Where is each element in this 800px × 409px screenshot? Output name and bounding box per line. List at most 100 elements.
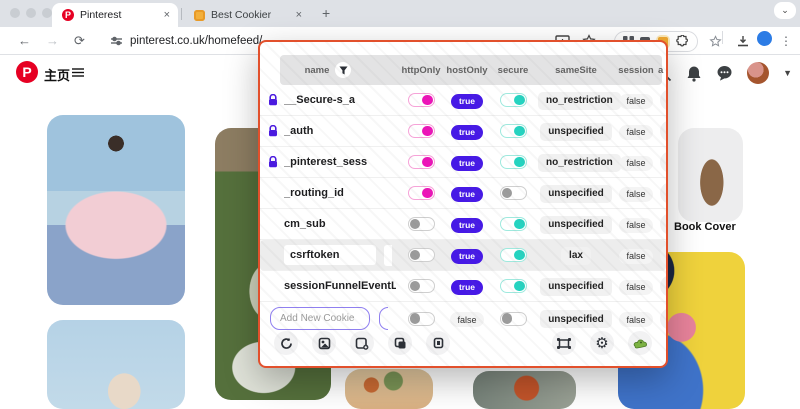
samesite-pill[interactable]: unspecified <box>540 123 612 141</box>
fullscreen-frame-icon[interactable] <box>552 331 576 355</box>
nav-home-link[interactable]: 主页 <box>44 65 70 84</box>
httponly-toggle[interactable] <box>408 93 435 107</box>
cookie-name[interactable]: sessionFunnelEventLo <box>284 280 396 292</box>
downloads-icon[interactable] <box>736 31 750 51</box>
httponly-toggle[interactable] <box>408 155 435 169</box>
httponly-toggle[interactable] <box>408 217 435 231</box>
account-chevron-down-icon[interactable]: ▼ <box>783 68 792 78</box>
hamburger-menu-icon[interactable] <box>72 68 84 77</box>
row-action-button[interactable] <box>660 182 668 204</box>
pinned-extension-star-icon[interactable] <box>709 31 722 51</box>
pin-figurines-book-cover[interactable] <box>678 128 743 222</box>
cookie-row[interactable]: csrftoken true lax false <box>260 240 666 271</box>
cookie-name[interactable]: csrftoken <box>284 245 376 265</box>
samesite-pill[interactable]: unspecified <box>540 310 612 328</box>
pinterest-favicon: P <box>62 9 74 21</box>
cookie-row[interactable]: sessionFunnelEventLo true unspecified fa… <box>260 271 666 302</box>
account-avatar[interactable] <box>747 62 769 84</box>
tab-close-icon[interactable]: × <box>296 9 302 21</box>
row-action-button[interactable] <box>660 120 668 142</box>
forward-icon[interactable]: → <box>46 33 59 49</box>
cookie-row[interactable]: _routing_id true unspecified false <box>260 178 666 209</box>
row-action-button[interactable] <box>660 151 668 173</box>
add-cookie-input[interactable] <box>270 307 370 330</box>
reload-icon[interactable]: ⟳ <box>74 33 85 49</box>
secure-toggle[interactable] <box>500 217 527 231</box>
httponly-toggle[interactable] <box>408 124 435 138</box>
cookie-name[interactable]: cm_sub <box>284 218 326 230</box>
column-header-hostonly: hostOnly <box>446 65 488 76</box>
session-value: false <box>619 125 652 140</box>
menu-kebab-icon[interactable]: ⋮ <box>780 31 792 51</box>
tab-divider <box>181 8 182 20</box>
httponly-toggle[interactable] <box>408 248 435 262</box>
samesite-pill[interactable]: unspecified <box>540 185 612 203</box>
window-close-button[interactable] <box>10 8 20 18</box>
secure-toggle[interactable] <box>500 124 527 138</box>
samesite-pill[interactable]: no_restriction <box>538 154 621 172</box>
hostonly-badge: true <box>451 280 483 295</box>
address-bar-url[interactable]: pinterest.co.uk/homefeed/ <box>130 35 262 47</box>
row-action-button[interactable] <box>660 308 668 330</box>
tab-close-icon[interactable]: × <box>164 9 170 21</box>
tab-search-chevron-icon[interactable]: ⌄ <box>774 2 796 19</box>
window-zoom-button[interactable] <box>42 8 52 18</box>
secure-toggle[interactable] <box>500 93 527 107</box>
copy-icon[interactable] <box>388 331 412 355</box>
cookie-name[interactable]: _auth <box>284 125 313 137</box>
samesite-pill[interactable]: unspecified <box>540 216 612 234</box>
add-value-input-fragment[interactable] <box>379 307 388 330</box>
cookie-name[interactable]: _routing_id <box>284 187 344 199</box>
new-tab-button[interactable]: + <box>322 5 330 21</box>
httponly-toggle[interactable] <box>408 279 435 293</box>
import-icon[interactable] <box>350 331 374 355</box>
pin-flowers-photo[interactable] <box>473 371 576 409</box>
hostonly-badge: true <box>451 94 483 109</box>
secure-toggle[interactable] <box>500 279 527 293</box>
cookie-row[interactable]: __Secure-s_a true no_restriction false <box>260 85 666 116</box>
cookie-editor-popup: name httpOnly hostOnly secure sameSite s… <box>258 40 668 368</box>
secure-toggle[interactable] <box>500 312 527 326</box>
mascot-icon[interactable] <box>628 331 652 355</box>
cookie-row[interactable]: _auth true unspecified false <box>260 116 666 147</box>
lock-icon <box>266 156 280 168</box>
cookie-row[interactable]: cm_sub true unspecified false <box>260 209 666 240</box>
secure-toggle[interactable] <box>500 186 527 200</box>
messages-chat-icon[interactable] <box>716 65 733 81</box>
cookie-name[interactable]: _pinterest_sess <box>284 156 367 168</box>
cookier-favicon <box>194 10 205 21</box>
row-action-button[interactable] <box>660 213 668 235</box>
tab-pinterest[interactable]: P Pinterest × <box>52 3 178 27</box>
refresh-icon[interactable] <box>274 331 298 355</box>
cookie-row[interactable]: _pinterest_sess true no_restriction fals… <box>260 147 666 178</box>
filter-funnel-icon[interactable] <box>335 62 351 78</box>
secure-toggle[interactable] <box>500 155 527 169</box>
pinterest-logo[interactable]: P <box>16 61 38 83</box>
secure-toggle[interactable] <box>500 248 527 262</box>
httponly-toggle[interactable] <box>408 186 435 200</box>
session-value: false <box>619 249 652 264</box>
window-minimize-button[interactable] <box>26 8 36 18</box>
pin-caption[interactable]: Book Cover <box>674 221 736 233</box>
row-action-button[interactable] <box>660 275 668 297</box>
delete-icon[interactable] <box>426 331 450 355</box>
samesite-pill[interactable]: unspecified <box>540 278 612 296</box>
samesite-pill[interactable]: lax <box>561 247 591 265</box>
row-action-button[interactable] <box>660 89 668 111</box>
profile-avatar[interactable] <box>757 31 772 46</box>
notifications-bell-icon[interactable] <box>686 65 702 82</box>
httponly-toggle[interactable] <box>408 312 435 326</box>
row-action-button[interactable] <box>660 244 668 266</box>
pin-girl-sky-illustration[interactable] <box>47 320 185 409</box>
toolbar-divider <box>722 31 723 44</box>
site-info-icon[interactable] <box>110 35 123 47</box>
tab-best-cookier[interactable]: Best Cookier × <box>184 3 310 27</box>
pin-flower-illustration[interactable] <box>47 115 185 305</box>
pin-storybook-illustration[interactable] <box>345 369 433 409</box>
cookie-name[interactable]: __Secure-s_a <box>284 94 355 106</box>
extensions-puzzle-icon[interactable] <box>676 35 689 48</box>
back-icon[interactable]: ← <box>18 33 31 49</box>
export-icon[interactable] <box>312 331 336 355</box>
settings-gear-icon[interactable]: ⚙ <box>590 331 614 355</box>
samesite-pill[interactable]: no_restriction <box>538 92 621 110</box>
